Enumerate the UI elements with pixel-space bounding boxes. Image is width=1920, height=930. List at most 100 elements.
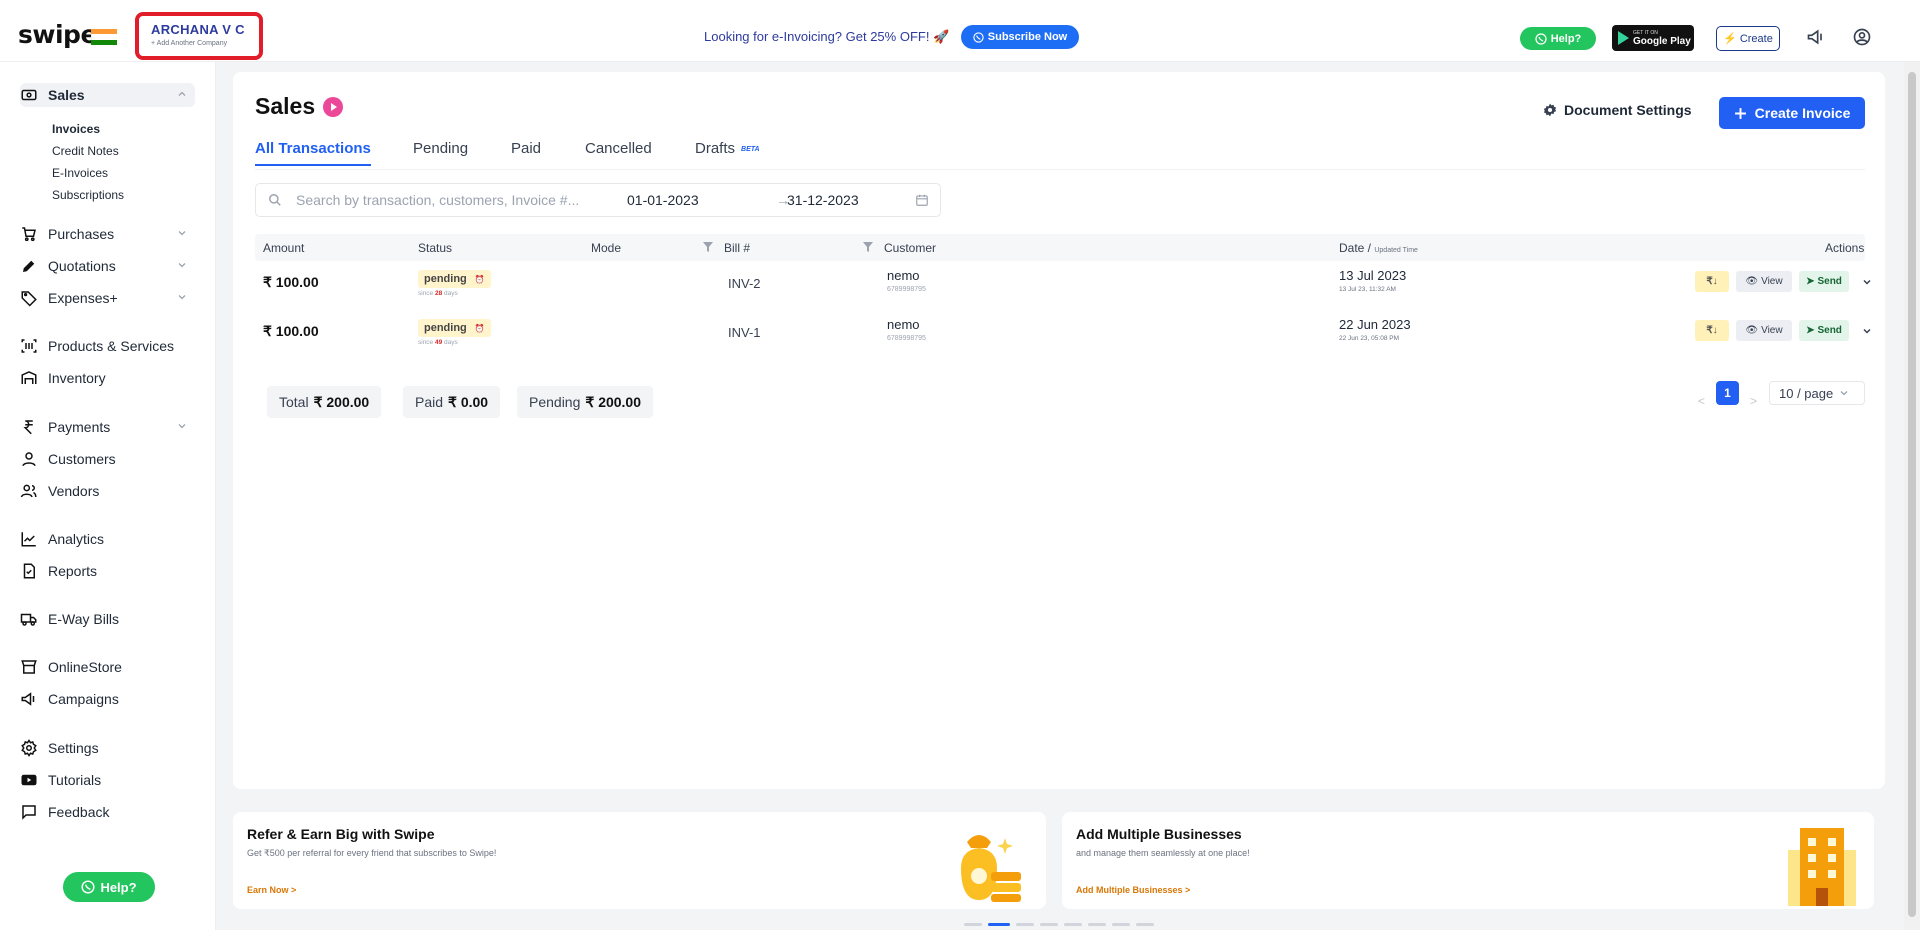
table-row[interactable]: ₹ 100.00 pending ⏰ since 49 days INV-1 ne…: [255, 311, 1871, 359]
sidebar-item-customers[interactable]: Customers: [20, 447, 195, 471]
eye-icon: 👁: [1745, 276, 1759, 287]
filter-icon[interactable]: [862, 241, 874, 253]
calendar-icon[interactable]: [915, 193, 929, 207]
send-label: Send: [1817, 276, 1842, 287]
view-button[interactable]: 👁 View: [1736, 271, 1792, 292]
tab-pending[interactable]: Pending: [413, 140, 468, 157]
earn-now-link[interactable]: Earn Now >: [247, 885, 296, 895]
tab-paid[interactable]: Paid: [511, 140, 541, 157]
sidebar-item-label: Expenses+: [48, 290, 118, 306]
carousel-dot[interactable]: [1064, 923, 1082, 926]
help-button[interactable]: Help?: [1520, 27, 1596, 50]
sidebar-item-expenses[interactable]: Expenses+: [20, 286, 195, 310]
play-video-icon[interactable]: [323, 97, 343, 117]
filter-icon[interactable]: [702, 241, 714, 253]
sidebar-item-campaigns[interactable]: Campaigns: [20, 687, 195, 711]
sidebar-item-purchases[interactable]: Purchases: [20, 222, 195, 246]
record-payment-button[interactable]: ₹↓: [1695, 320, 1729, 341]
help-button[interactable]: Help?: [63, 872, 155, 902]
col-amount[interactable]: Amount: [263, 241, 304, 255]
carousel-dot[interactable]: [1112, 923, 1130, 926]
carousel-dot[interactable]: [1040, 923, 1058, 926]
col-date-label: Date /: [1339, 241, 1372, 255]
sidebar-item-settings[interactable]: Settings: [20, 736, 195, 760]
promo-text: Looking for e-Invoicing? Get 25% OFF! 🚀: [704, 29, 950, 44]
chevron-down-icon[interactable]: [1862, 277, 1872, 287]
sidebar-sub-credit-notes[interactable]: Credit Notes: [52, 144, 119, 158]
create-button[interactable]: ⚡ Create: [1716, 26, 1780, 51]
view-button[interactable]: 👁 View: [1736, 320, 1792, 341]
tab-cancelled[interactable]: Cancelled: [585, 140, 652, 157]
refer-earn-card[interactable]: Refer & Earn Big with Swipe Get ₹500 per…: [233, 812, 1046, 909]
carousel-dot[interactable]: [988, 923, 1010, 926]
tab-all-transactions[interactable]: All Transactions: [255, 140, 371, 166]
create-invoice-button[interactable]: Create Invoice: [1719, 97, 1865, 129]
create-label: Create: [1739, 32, 1773, 45]
plus-icon: [1734, 107, 1746, 119]
sidebar-item-label: Products & Services: [48, 338, 175, 354]
multiple-businesses-card[interactable]: Add Multiple Businesses and manage them …: [1062, 812, 1874, 909]
chevron-down-icon[interactable]: [1862, 326, 1872, 336]
sidebar-item-label: Vendors: [48, 483, 100, 499]
sidebar-item-label: Inventory: [48, 370, 106, 386]
row-customer: nemo 6789998795: [887, 317, 926, 342]
carousel-dot[interactable]: [1136, 923, 1154, 926]
table-row[interactable]: ₹ 100.00 pending ⏰ since 28 days INV-2 ne…: [255, 262, 1871, 310]
sidebar-sub-invoices[interactable]: Invoices: [52, 122, 100, 136]
sidebar-item-tutorials[interactable]: Tutorials: [20, 768, 195, 792]
total-label: Total: [279, 394, 309, 410]
megaphone-icon[interactable]: [1806, 27, 1826, 47]
sales-panel: Sales Document Settings Create Invoice A…: [233, 72, 1885, 789]
sidebar-item-products-services[interactable]: Products & Services: [20, 334, 195, 358]
add-businesses-link[interactable]: Add Multiple Businesses >: [1076, 885, 1190, 895]
sidebar-item-feedback[interactable]: Feedback: [20, 800, 195, 824]
india-flag-icon: [91, 29, 117, 45]
swipe-logo[interactable]: swipe: [18, 20, 97, 49]
sidebar-item-quotations[interactable]: Quotations: [20, 254, 195, 278]
sidebar-item-inventory[interactable]: Inventory: [20, 366, 195, 390]
chat-icon: [22, 805, 36, 820]
carousel-dot[interactable]: [1016, 923, 1034, 926]
pending-summary: Pending ₹ 200.00: [517, 386, 654, 418]
search-input[interactable]: [296, 192, 596, 208]
sidebar-item-analytics[interactable]: Analytics: [20, 527, 195, 551]
carousel-dot[interactable]: [964, 923, 982, 926]
send-button[interactable]: ➤ Send: [1799, 271, 1849, 292]
sidebar-item-label: Feedback: [48, 804, 110, 820]
date-start-field[interactable]: 01-01-2023: [627, 192, 699, 208]
sidebar-item-vendors[interactable]: Vendors: [20, 479, 195, 503]
subscribe-now-button[interactable]: Subscribe Now: [961, 25, 1079, 49]
user-account-icon[interactable]: [1852, 27, 1872, 47]
carousel-dot[interactable]: [1088, 923, 1106, 926]
date-end-field[interactable]: 31-12-2023: [787, 192, 859, 208]
sidebar-item-payments[interactable]: Payments: [20, 415, 195, 439]
page-size-select[interactable]: 10 / page: [1769, 381, 1865, 405]
tab-drafts[interactable]: Drafts BETA: [695, 140, 760, 157]
sidebar-item-reports[interactable]: Reports: [20, 559, 195, 583]
add-company-link[interactable]: + Add Another Company: [151, 40, 259, 47]
send-button[interactable]: ➤ Send: [1799, 320, 1849, 341]
sidebar-item-eway-bills[interactable]: E-Way Bills: [20, 607, 195, 631]
company-switcher[interactable]: ARCHANA V C + Add Another Company: [135, 12, 263, 60]
scrollbar-thumb[interactable]: [1908, 72, 1916, 917]
document-settings-button[interactable]: Document Settings: [1543, 102, 1692, 118]
carousel-indicator: [964, 923, 1154, 926]
sidebar-sub-e-invoices[interactable]: E-Invoices: [52, 166, 108, 180]
status-badge[interactable]: pending ⏰: [418, 319, 491, 337]
status-badge[interactable]: pending ⏰: [418, 270, 491, 288]
sidebar-item-sales[interactable]: Sales: [20, 83, 195, 107]
create-invoice-label: Create Invoice: [1754, 105, 1851, 121]
sidebar-item-online-store[interactable]: OnlineStore: [20, 655, 195, 679]
google-play-badge[interactable]: GET IT ON Google Play: [1612, 25, 1694, 51]
record-payment-button[interactable]: ₹↓: [1695, 271, 1729, 292]
sidebar-sub-subscriptions[interactable]: Subscriptions: [52, 188, 124, 202]
scrollbar[interactable]: [1904, 62, 1920, 930]
pagination-prev[interactable]: <: [1698, 394, 1705, 408]
promo-title: Add Multiple Businesses: [1076, 826, 1242, 842]
chevron-down-icon: [178, 424, 186, 429]
tab-divider: [255, 169, 1865, 170]
promo-title: Refer & Earn Big with Swipe: [247, 826, 435, 842]
pagination-page-1[interactable]: 1: [1716, 381, 1739, 405]
pagination-next[interactable]: >: [1750, 394, 1757, 408]
col-date[interactable]: Date / Updated Time: [1339, 241, 1418, 255]
